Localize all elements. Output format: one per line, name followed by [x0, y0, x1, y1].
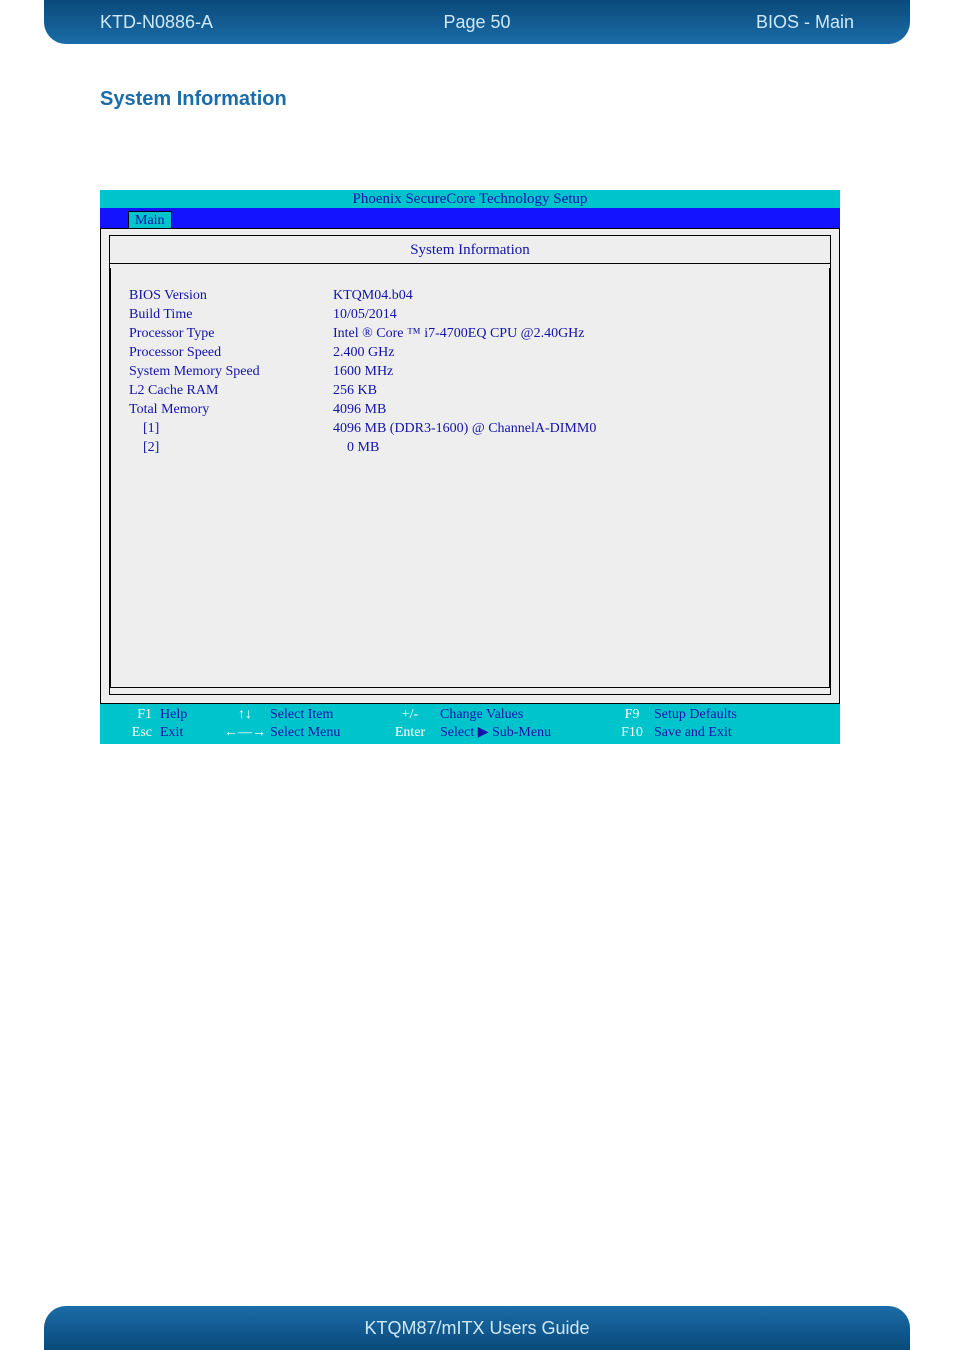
key-leftright: ←—→	[220, 724, 270, 742]
action-setup-defaults: Setup Defaults	[654, 706, 840, 724]
action-help: Help	[160, 706, 220, 724]
bios-info-value: 2.400 GHz	[333, 343, 817, 362]
page-header-banner: KTD-N0886-A Page 50 BIOS - Main	[44, 0, 910, 44]
bios-screenshot: Phoenix SecureCore Technology Setup Main…	[100, 190, 840, 744]
bios-info-row: Build Time 10/05/2014	[123, 305, 817, 324]
bios-info-value: 4096 MB (DDR3-1600) @ ChannelA-DIMM0	[333, 419, 817, 438]
bios-info-value: Intel ® Core ™ i7-4700EQ CPU @2.40GHz	[333, 324, 817, 343]
header-left: KTD-N0886-A	[100, 12, 213, 33]
bios-panel-content: BIOS Version KTQM04.b04 Build Time 10/05…	[110, 268, 830, 688]
key-updown: ↑↓	[220, 706, 270, 724]
bios-info-row: Processor Speed 2.400 GHz	[123, 343, 817, 362]
bios-info-row: [1] 4096 MB (DDR3-1600) @ ChannelA-DIMM0	[123, 419, 817, 438]
action-change-values: Change Values	[440, 706, 610, 724]
bios-body: System Information BIOS Version KTQM04.b…	[100, 228, 840, 704]
bios-info-label: [2]	[123, 438, 333, 457]
action-save-exit: Save and Exit	[654, 724, 840, 742]
bios-info-value: 1600 MHz	[333, 362, 817, 381]
key-f10: F10	[610, 724, 654, 742]
bios-info-row: [2] 0 MB	[123, 438, 817, 457]
bios-info-label: Total Memory	[123, 400, 333, 419]
action-select-item: Select Item	[270, 706, 380, 724]
bios-info-value: KTQM04.b04	[333, 286, 817, 305]
action-select-menu: Select Menu	[270, 724, 380, 742]
action-select-submenu: Select ▶ Sub-Menu	[440, 724, 610, 742]
bios-info-row: Total Memory 4096 MB	[123, 400, 817, 419]
bios-tab-main[interactable]: Main	[128, 211, 172, 228]
header-center: Page 50	[443, 12, 510, 33]
section-heading: System Information	[100, 88, 287, 111]
bios-footer-row: F1 Help ↑↓ Select Item +/- Change Values…	[100, 706, 840, 724]
footer-text: KTQM87/mITX Users Guide	[364, 1318, 589, 1339]
bios-info-value: 256 KB	[333, 381, 817, 400]
bios-info-row: L2 Cache RAM 256 KB	[123, 381, 817, 400]
key-plusminus: +/-	[380, 706, 440, 724]
bios-info-label: Build Time	[123, 305, 333, 324]
key-enter: Enter	[380, 724, 440, 742]
header-right: BIOS - Main	[756, 12, 854, 33]
bios-info-value: 10/05/2014	[333, 305, 817, 324]
bios-info-value: 0 MB	[333, 438, 817, 457]
action-exit: Exit	[160, 724, 220, 742]
bios-setup-title: Phoenix SecureCore Technology Setup	[100, 190, 840, 208]
bios-info-table: BIOS Version KTQM04.b04 Build Time 10/05…	[123, 286, 817, 457]
bios-panel-title: System Information	[110, 242, 830, 264]
bios-info-row: Processor Type Intel ® Core ™ i7-4700EQ …	[123, 324, 817, 343]
bios-footer-help: F1 Help ↑↓ Select Item +/- Change Values…	[100, 704, 840, 744]
key-f9: F9	[610, 706, 654, 724]
bios-info-label: Processor Type	[123, 324, 333, 343]
key-f1: F1	[100, 706, 160, 724]
bios-info-label: System Memory Speed	[123, 362, 333, 381]
page-footer-banner: KTQM87/mITX Users Guide	[44, 1306, 910, 1350]
bios-tab-bar: Main	[100, 208, 840, 228]
bios-info-label: BIOS Version	[123, 286, 333, 305]
bios-info-label: L2 Cache RAM	[123, 381, 333, 400]
bios-info-value: 4096 MB	[333, 400, 817, 419]
bios-panel: System Information BIOS Version KTQM04.b…	[109, 235, 831, 695]
bios-info-label: [1]	[123, 419, 333, 438]
bios-info-row: BIOS Version KTQM04.b04	[123, 286, 817, 305]
bios-info-label: Processor Speed	[123, 343, 333, 362]
key-esc: Esc	[100, 724, 160, 742]
bios-info-row: System Memory Speed 1600 MHz	[123, 362, 817, 381]
bios-footer-row: Esc Exit ←—→ Select Menu Enter Select ▶ …	[100, 724, 840, 742]
